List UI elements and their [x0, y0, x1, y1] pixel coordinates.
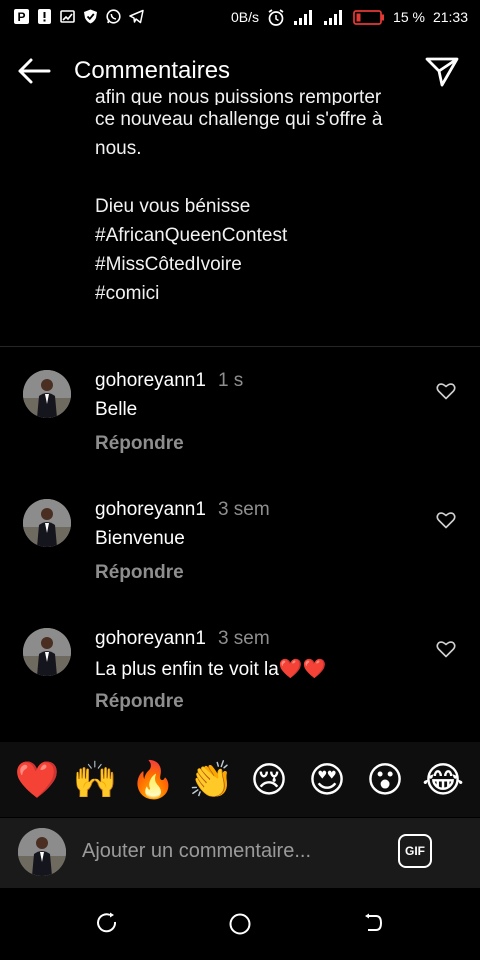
comment-text: Bienvenue [95, 528, 185, 549]
comment-item: gohoreyann1 3 sem Bienvenue Répondre [0, 497, 480, 607]
system-nav-bar [0, 888, 480, 960]
emoji-raising-hands[interactable]: 🙌 [71, 761, 119, 798]
status-bar: P 0B/s 15 % 21:33 [0, 0, 480, 36]
alarm-icon [267, 8, 285, 26]
comment-username[interactable]: gohoreyann1 1 s [95, 370, 243, 392]
status-left-icons: P [14, 9, 144, 24]
hashtag-link[interactable]: #MissCôtedIvoire [95, 250, 455, 279]
emoji-fire[interactable]: 🔥 [129, 761, 177, 798]
caption-clipped-line: afin que nous puissions remporter [95, 87, 382, 105]
home-circle-icon[interactable] [228, 912, 252, 936]
heart-icon[interactable] [436, 640, 458, 660]
comment-username-text[interactable]: gohoreyann1 [95, 628, 206, 649]
back-arrow-icon[interactable] [16, 56, 56, 88]
comment-composer: Ajouter un commentaire... GIF [0, 818, 480, 888]
status-right: 0B/s 15 % 21:33 [231, 8, 468, 26]
p-app-icon: P [14, 9, 29, 24]
svg-text:P: P [18, 10, 26, 24]
comment-input[interactable]: Ajouter un commentaire... [82, 840, 311, 863]
emoji-surprised[interactable]: 😮 [361, 761, 409, 798]
cast-icon [60, 9, 75, 24]
divider [0, 346, 480, 347]
comment-username[interactable]: gohoreyann1 3 sem [95, 628, 270, 650]
recents-icon[interactable] [96, 912, 120, 936]
comment-username-text[interactable]: gohoreyann1 [95, 499, 206, 520]
hashtag-link[interactable]: #comici [95, 279, 455, 308]
post-caption: afin que nous puissions remporter ce nou… [95, 87, 455, 308]
clock: 21:33 [432, 9, 468, 25]
emoji-laughing[interactable]: 😂 [419, 761, 467, 798]
heart-icon[interactable] [436, 382, 458, 402]
reply-button[interactable]: Répondre [95, 433, 184, 455]
comment-text: La plus enfin te voit la❤️❤️ [95, 659, 327, 680]
back-nav-icon[interactable] [362, 912, 386, 936]
signal-icon [293, 9, 315, 25]
comment-time: 3 sem [217, 499, 270, 520]
avatar[interactable] [23, 370, 71, 418]
comment-item: gohoreyann1 1 s Belle Répondre [0, 368, 480, 478]
avatar[interactable] [23, 628, 71, 676]
shield-icon [83, 9, 98, 24]
comment-time: 3 sem [217, 628, 270, 649]
emoji-quick-bar: ❤️ 🙌 🔥 👏 😢 😍 😮 😂 [0, 742, 480, 817]
reply-button[interactable]: Répondre [95, 691, 184, 713]
emoji-crying[interactable]: 😢 [245, 761, 293, 798]
heart-icon[interactable] [436, 511, 458, 531]
telegram-icon [129, 9, 144, 24]
comment-username-text[interactable]: gohoreyann1 [95, 370, 206, 391]
whatsapp-icon [106, 9, 121, 24]
signal-icon-2 [323, 9, 345, 25]
caption-line: nous. [95, 138, 142, 159]
caption-line: ce nouveau challenge qui s'offre à [95, 109, 383, 130]
gif-button[interactable]: GIF [398, 834, 432, 868]
avatar[interactable] [23, 499, 71, 547]
emoji-heart[interactable]: ❤️ [13, 761, 61, 798]
alert-icon [37, 9, 52, 24]
battery-percent: 15 % [393, 9, 425, 25]
emoji-heart-eyes[interactable]: 😍 [303, 761, 351, 798]
hashtag-link[interactable]: #AfricanQueenContest [95, 221, 455, 250]
caption-gap [95, 163, 455, 192]
reply-button[interactable]: Répondre [95, 562, 184, 584]
net-speed: 0B/s [231, 9, 260, 25]
comment-username[interactable]: gohoreyann1 3 sem [95, 499, 270, 521]
comment-text: Belle [95, 399, 138, 420]
battery-icon [353, 9, 385, 25]
comment-time: 1 s [217, 370, 244, 391]
avatar [18, 828, 66, 876]
emoji-clapping[interactable]: 👏 [187, 761, 235, 798]
caption-line: Dieu vous bénisse [95, 196, 251, 217]
comment-item: gohoreyann1 3 sem La plus enfin te voit l… [0, 626, 480, 736]
page-title: Commentaires [74, 57, 231, 84]
